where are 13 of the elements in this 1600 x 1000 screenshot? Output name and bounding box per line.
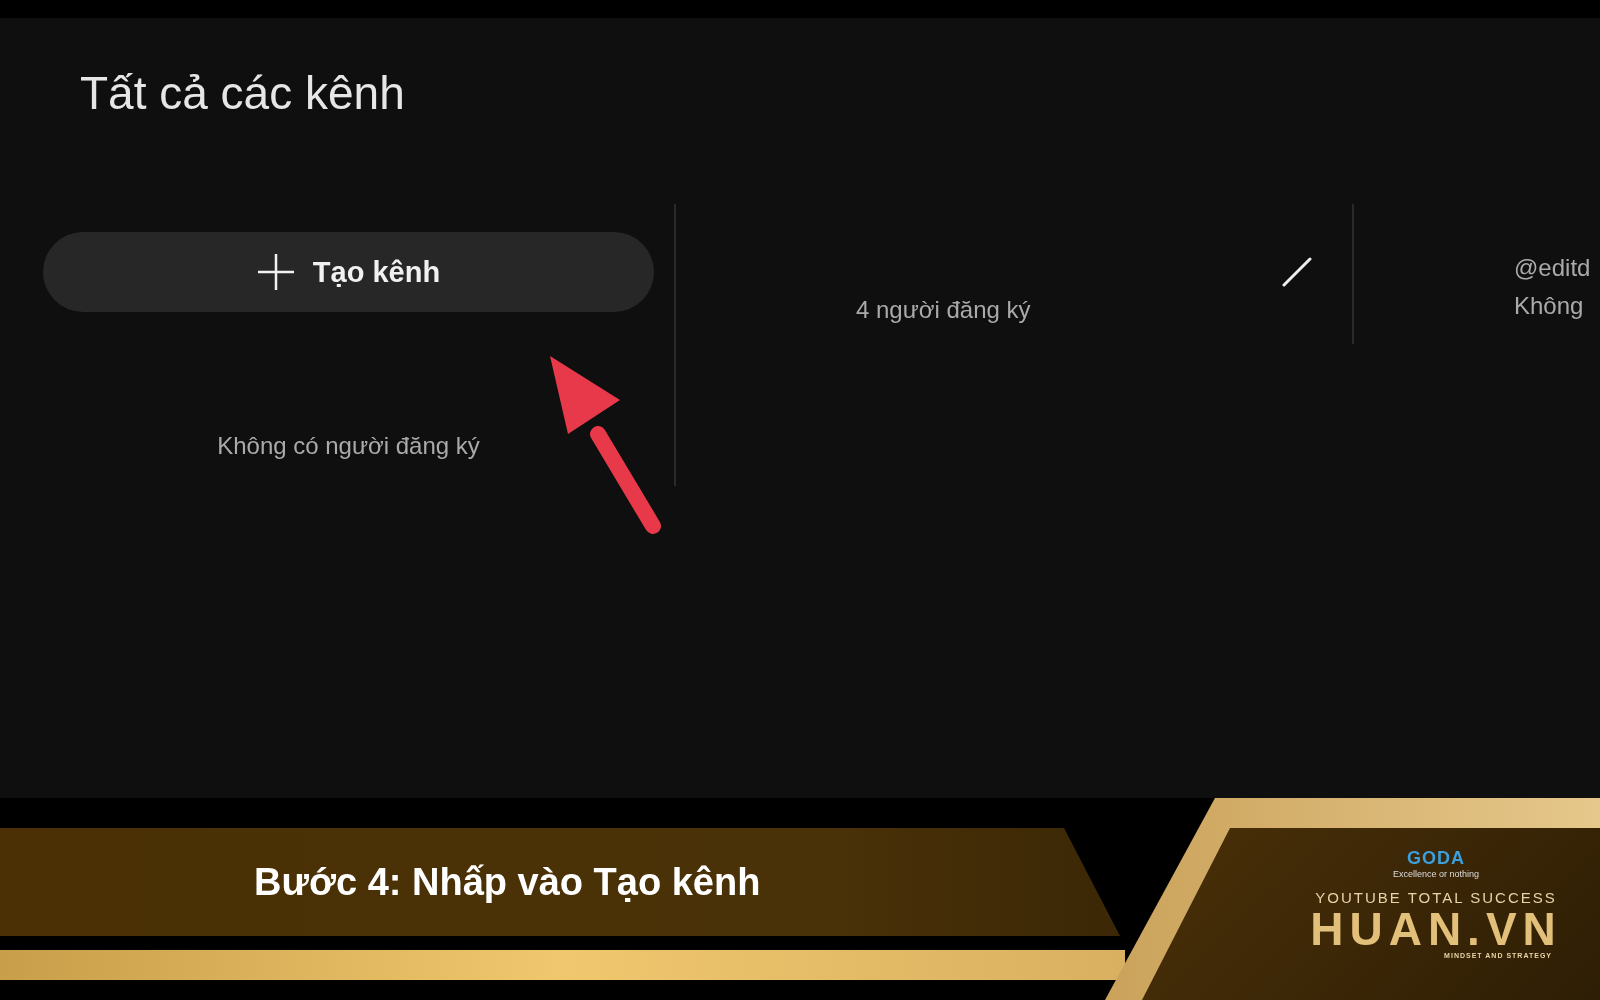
logo-name: HUAN.VN (1310, 906, 1562, 952)
subscriber-count: Không có người đăng ký (217, 432, 480, 460)
pencil-icon[interactable] (1282, 257, 1312, 287)
brand-logo: GODA (1407, 848, 1465, 869)
slogan-text: Excellence or nothing (1392, 869, 1480, 879)
subscriber-count: 4 người đăng ký (856, 296, 1031, 324)
subscriber-count: Không (1514, 292, 1585, 320)
create-channel-button[interactable]: Tạo kênh (43, 232, 654, 312)
caption-text: Bước 4: Nhấp vào Tạo kênh (254, 860, 761, 904)
page-title: Tất cả các kênh (80, 66, 405, 120)
channel-handle: @editd (1514, 254, 1591, 282)
tagline-text: YOUTUBE TOTAL SUCCESS (1315, 889, 1557, 906)
plus-icon (256, 253, 295, 291)
